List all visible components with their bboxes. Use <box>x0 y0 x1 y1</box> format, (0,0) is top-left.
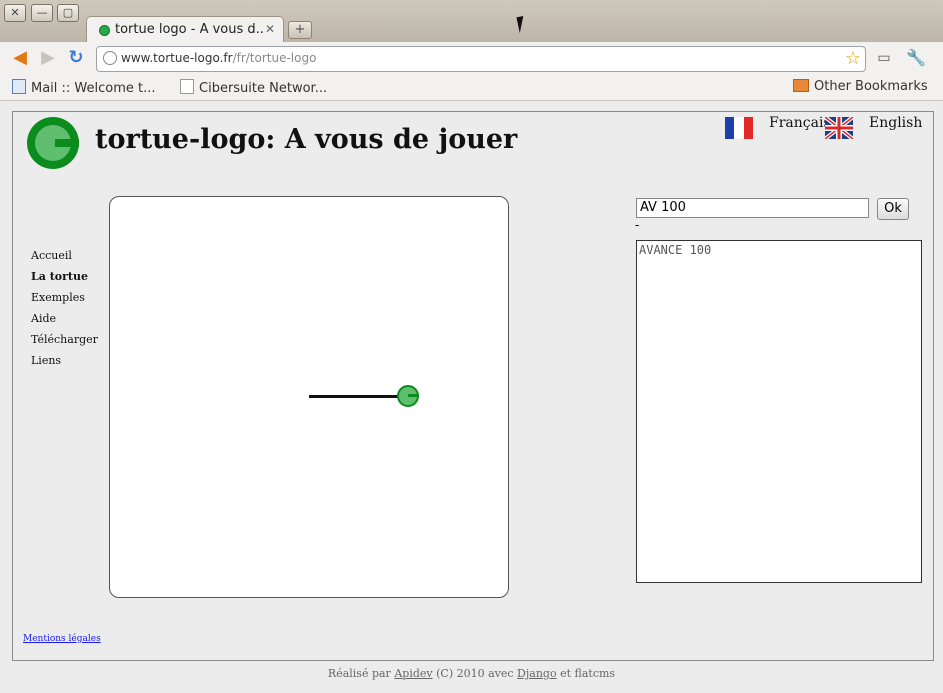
status-dash: - <box>635 218 640 232</box>
page-icon <box>103 51 117 65</box>
page-footer: Réalisé par Apidev (C) 2010 avec Django … <box>0 667 943 680</box>
forward-arrow-icon[interactable]: ▶ <box>38 48 58 68</box>
menu-item-liens[interactable]: Liens <box>31 354 98 375</box>
page-content: tortue-logo: A vous de jouer Français En… <box>0 101 943 693</box>
browser-toolbar: ◀ ▶ ↻ www.tortue-logo.fr/fr/tortue-logo … <box>0 42 943 76</box>
other-bookmarks-label: Other Bookmarks <box>814 79 928 94</box>
footer-suffix: et flatcms <box>556 667 616 680</box>
back-arrow-icon[interactable]: ◀ <box>10 48 30 68</box>
tortue-logo-icon <box>27 117 79 169</box>
mail-icon <box>12 79 26 94</box>
mouse-cursor-icon <box>516 14 532 34</box>
document-icon <box>180 79 194 94</box>
address-bar[interactable]: www.tortue-logo.fr/fr/tortue-logo ☆ <box>96 46 866 72</box>
page-title: tortue-logo: A vous de jouer <box>95 124 518 155</box>
ok-button[interactable]: Ok <box>877 198 909 220</box>
turtle-trail-line <box>309 395 405 398</box>
command-input[interactable]: AV 100 <box>636 198 869 218</box>
tab-title: tortue logo - A vous d... <box>115 22 263 37</box>
favicon-icon <box>99 25 110 36</box>
lang-francais-link[interactable]: Français <box>769 115 831 131</box>
lang-english-link[interactable]: English <box>869 115 922 131</box>
menu-item-exemples[interactable]: Exemples <box>31 291 98 312</box>
bookmark-label: Cibersuite Networ... <box>199 81 328 96</box>
reload-icon[interactable]: ↻ <box>66 48 86 68</box>
turtle-canvas[interactable] <box>109 196 509 598</box>
bookmark-label: Mail :: Welcome t... <box>31 81 156 96</box>
footer-prefix: Réalisé par <box>327 667 395 680</box>
folder-icon <box>793 79 809 92</box>
django-link[interactable]: Django <box>517 667 557 680</box>
wrench-icon[interactable]: 🔧 <box>906 48 926 68</box>
tab-tortue-logo[interactable]: tortue logo - A vous d... ✕ <box>86 16 284 43</box>
tab-close-icon[interactable]: ✕ <box>265 22 275 36</box>
menu-item-aide[interactable]: Aide <box>31 312 98 333</box>
french-flag-icon[interactable] <box>725 117 753 139</box>
bookmark-cibersuite[interactable]: Cibersuite Networ... <box>180 79 327 96</box>
turtle-icon <box>397 385 419 407</box>
side-menu: Accueil La tortue Exemples Aide Téléchar… <box>31 249 98 375</box>
uk-flag-icon[interactable] <box>825 117 853 139</box>
maximize-window-button[interactable]: ▢ <box>57 4 79 22</box>
page-frame: tortue-logo: A vous de jouer Français En… <box>12 111 934 661</box>
url-text: www.tortue-logo.fr/fr/tortue-logo <box>121 51 317 65</box>
mentions-legales-link[interactable]: Mentions légales <box>23 634 101 644</box>
output-textarea[interactable]: AVANCE 100 <box>636 240 922 583</box>
star-icon[interactable]: ☆ <box>845 48 861 69</box>
menu-item-accueil[interactable]: Accueil <box>31 249 98 270</box>
menu-item-la-tortue[interactable]: La tortue <box>31 270 98 291</box>
other-bookmarks[interactable]: Other Bookmarks <box>793 79 928 94</box>
new-tab-button[interactable]: + <box>288 21 312 39</box>
footer-middle: (C) 2010 avec <box>432 667 518 680</box>
apidev-link[interactable]: Apidev <box>394 667 432 680</box>
bookmarks-bar: Mail :: Welcome t... Cibersuite Networ..… <box>0 76 943 101</box>
tab-bar: ✕ — ▢ tortue logo - A vous d... ✕ + <box>0 0 943 43</box>
page-menu-icon[interactable]: ▭ <box>874 48 894 68</box>
browser-window: ✕ — ▢ tortue logo - A vous d... ✕ + ◀ ▶ … <box>0 0 943 693</box>
close-window-button[interactable]: ✕ <box>4 4 26 22</box>
bookmark-mail[interactable]: Mail :: Welcome t... <box>12 79 156 96</box>
menu-item-telecharger[interactable]: Télécharger <box>31 333 98 354</box>
minimize-window-button[interactable]: — <box>31 4 53 22</box>
